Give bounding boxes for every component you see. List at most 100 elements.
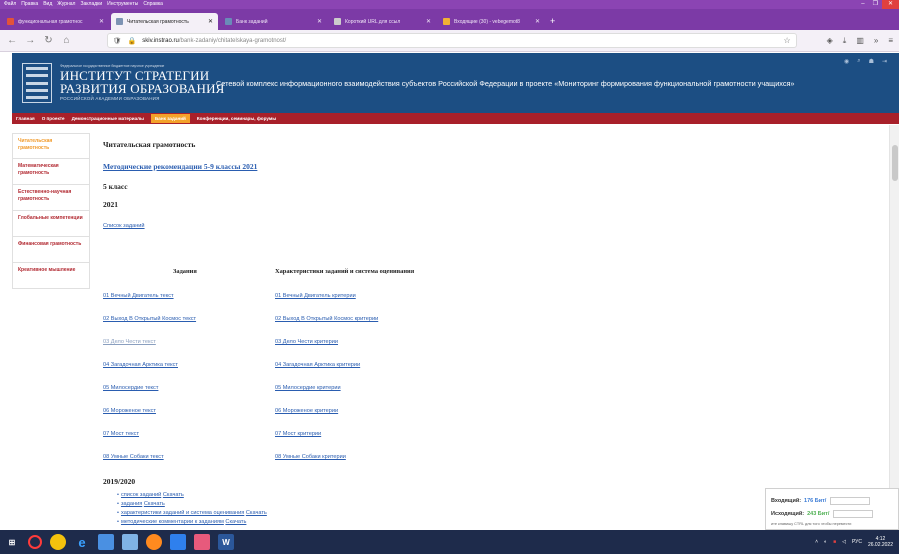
forward-icon[interactable]: → [24,35,36,46]
app-tray-icon[interactable]: ■ [833,539,836,545]
browser-tab[interactable]: Банк заданий ✕ [220,13,327,30]
task-list-link[interactable]: Список заданий [103,223,145,229]
task-criteria-link[interactable]: 03 Дело Чести критерии [275,339,378,362]
shield-icon: 🛡 [112,37,122,45]
page-title: Читательская грамотность [103,140,196,149]
task-text-link[interactable]: 04 Загадочная Арктика текст [103,362,196,385]
institute-logo-text[interactable]: Федеральное государственное бюджетное на… [60,64,224,102]
new-tab-button[interactable]: + [550,13,555,30]
task-criteria-link[interactable]: 08 Умные Собаки критерии [275,454,378,477]
download-link[interactable]: Скачать [144,501,165,507]
edge-icon[interactable]: e [74,534,90,550]
menu-item[interactable]: Журнал [57,0,75,9]
menu-item[interactable]: Справка [143,0,163,9]
task-criteria-link[interactable]: 06 Мороженое критерии [275,408,378,431]
task-text-link[interactable]: 06 Мороженое текст [103,408,196,431]
site-nav-item[interactable]: Главная [16,116,35,121]
task-text-link[interactable]: 07 Мост текст [103,431,196,454]
tab-favicon-icon [225,18,232,25]
back-icon[interactable]: ← [6,35,18,46]
close-icon[interactable]: ✕ [881,0,899,9]
task-criteria-link[interactable]: 01 Вечный Двигатель критерии [275,293,378,316]
sidebar-item[interactable]: Читательская грамотность [12,133,90,159]
sidebar-item[interactable]: Математическая грамотность [12,159,90,185]
tab-close-icon[interactable]: ✕ [535,18,540,25]
tasks-column-header: Задания [173,268,197,275]
material-link[interactable]: задания [121,501,142,507]
menu-item[interactable]: Закладки [80,0,102,9]
task-criteria-link[interactable]: 04 Загадочная Арктика критерии [275,362,378,385]
tab-close-icon[interactable]: ✕ [208,18,213,25]
paint-icon[interactable] [194,534,210,550]
language-indicator[interactable]: РУС [852,539,862,545]
browser-tab[interactable]: Входящие (30) - vebegemot8 ✕ [438,13,545,30]
menu-item[interactable]: Правка [21,0,38,9]
clock[interactable]: 4:12 26.02.2022 [868,536,893,548]
search-icon[interactable]: ⌕ [857,58,860,65]
task-text-link[interactable]: 02 Выход В Открытый Космос текст [103,316,196,339]
tab-label: Входящие (30) - vebegemot8 [454,18,520,25]
menu-item[interactable]: Инструменты [107,0,138,9]
methodical-recommendations-link[interactable]: Методические рекомендации 5-9 классы 202… [103,162,257,171]
tab-close-icon[interactable]: ✕ [99,18,104,25]
media-player-icon[interactable] [170,534,186,550]
task-text-link[interactable]: 01 Вечный Двигатель текст [103,293,196,316]
browser-tab[interactable]: Читательская грамотность ✕ [111,13,218,30]
url-bar[interactable]: 🛡 🔒 skiv.instrao.ru /bank-zadaniy/chitat… [106,33,797,48]
task-text-link[interactable]: 03 Дело Чести текст [103,339,196,362]
sidebar-item[interactable]: Финансовая грамотность [12,237,90,263]
tab-close-icon[interactable]: ✕ [317,18,322,25]
browser-tab[interactable]: Короткий URL для ссыл ✕ [329,13,436,30]
opera-icon[interactable] [28,535,42,549]
task-criteria-link[interactable]: 02 Выход В Открытый Космос критерии [275,316,378,339]
scrollbar-thumb[interactable] [892,145,898,181]
hamburger-menu-icon[interactable]: ≡ [888,36,893,46]
material-link[interactable]: характеристики заданий и система оценива… [121,510,244,516]
windows-start-icon[interactable]: ⊞ [4,534,20,550]
task-text-link[interactable]: 08 Умные Собаки текст [103,454,196,477]
site-nav-item[interactable]: О проекте [42,116,65,121]
chrome-icon[interactable] [50,534,66,550]
firefox-icon[interactable] [146,534,162,550]
material-link[interactable]: методические комментарии к заданиям [121,519,224,525]
task-text-link[interactable]: 05 Милосердие текст [103,385,196,408]
download-icon[interactable]: ⤓ [843,36,847,46]
pocket-icon[interactable]: ◈ [827,36,833,46]
home-icon[interactable]: ⌂ [60,35,72,46]
sidebar-item[interactable]: Естественно-научная грамотность [12,185,90,211]
photos-icon[interactable] [122,534,138,550]
bookmark-star-icon[interactable]: ☆ [783,36,790,45]
minimize-icon[interactable]: – [861,0,864,9]
volume-icon[interactable]: ◁ [842,539,846,545]
institute-logo-icon[interactable] [22,63,52,103]
download-link[interactable]: Скачать [225,519,246,525]
download-link[interactable]: Скачать [163,492,184,498]
site-nav-item[interactable]: Конференции, семинары, форумы [197,116,276,121]
task-criteria-link[interactable]: 07 Мост критерии [275,431,378,454]
reload-icon[interactable]: ↻ [42,35,54,46]
maximize-icon[interactable]: ❐ [873,0,878,9]
menu-item[interactable]: Файл [4,0,16,9]
tray-chevron-icon[interactable]: ˄ [815,539,818,545]
word-icon[interactable]: W [218,534,234,550]
site-slogan: Сетевой комплекс информационного взаимод… [216,78,795,88]
browser-tab[interactable]: функциональная грамотнос ✕ [2,13,109,30]
user-icon[interactable]: ☗ [869,58,874,65]
page-scrollbar[interactable] [889,125,899,530]
library-icon[interactable]: ▥ [856,36,864,46]
login-icon[interactable]: ⇥ [882,58,887,65]
material-link[interactable]: список заданий [121,492,161,498]
overflow-icon[interactable]: » [874,36,878,46]
sidebar-item[interactable]: Глобальные компетенции [12,211,90,237]
site-nav-item[interactable]: Банк заданий [150,114,190,123]
menu-item[interactable]: Вид [43,0,52,9]
tab-close-icon[interactable]: ✕ [426,18,431,25]
site-header: Федеральное государственное бюджетное на… [12,53,899,113]
download-link[interactable]: Скачать [246,510,267,516]
site-nav-item[interactable]: Демонстрационные материалы [72,116,144,121]
task-criteria-link[interactable]: 05 Милосердие критерии [275,385,378,408]
eye-icon[interactable]: ◉ [844,58,849,65]
app-icon[interactable] [98,534,114,550]
sidebar-item[interactable]: Креативное мышление [12,263,90,289]
network-icon[interactable]: ◐ [824,539,827,545]
